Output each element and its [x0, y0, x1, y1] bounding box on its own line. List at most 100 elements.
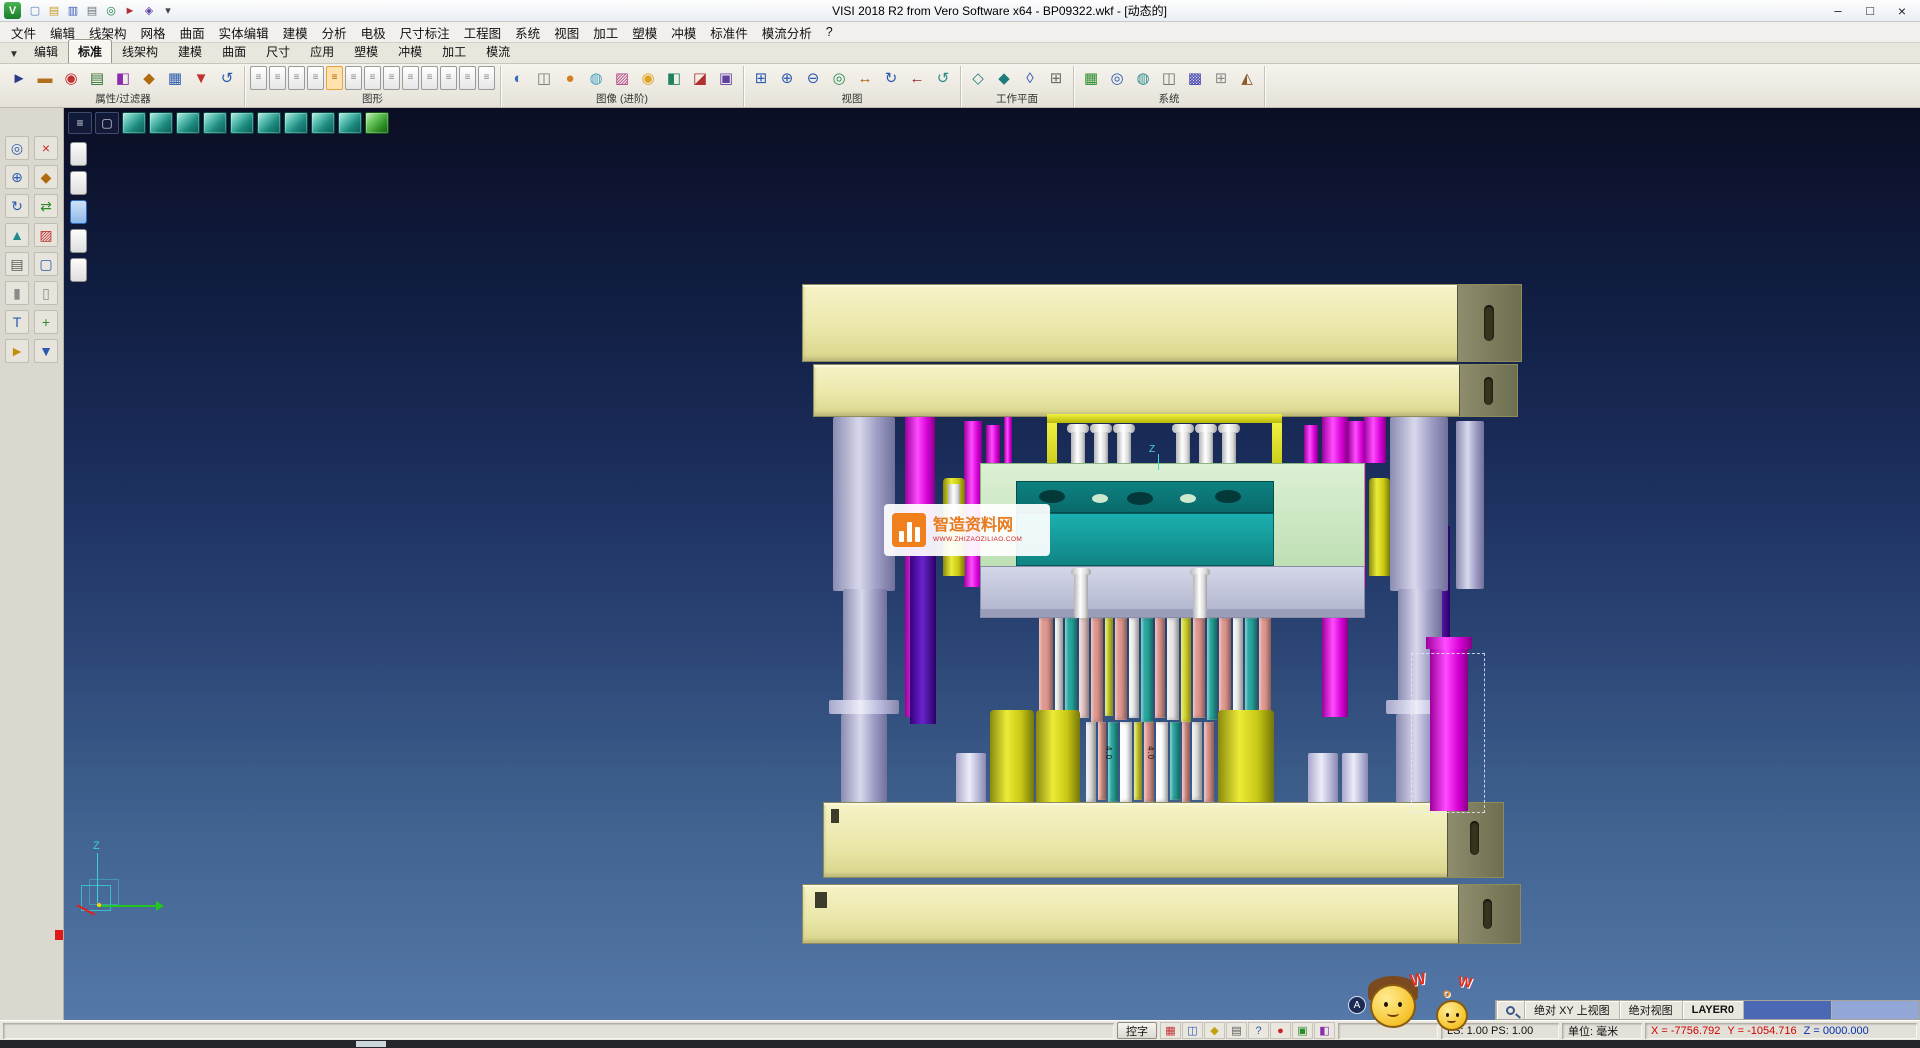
print-icon[interactable]: ▤	[83, 2, 101, 19]
zoom-window-icon[interactable]: ⊞	[749, 66, 773, 90]
previous-view-icon[interactable]: ←	[905, 66, 929, 90]
zoom-in-icon[interactable]: ⊕	[775, 66, 799, 90]
view-cube-axo-ne-icon[interactable]	[311, 112, 335, 134]
zoom-region-icon[interactable]: ◎	[5, 136, 29, 160]
menu-item[interactable]: 标准件	[703, 21, 755, 44]
color-filter-icon[interactable]: ◧	[111, 66, 135, 90]
palette-status-icon[interactable]: ◧	[1314, 1022, 1335, 1039]
clip-plane-3-icon[interactable]	[70, 200, 87, 224]
solid-list-icon[interactable]: ≡	[326, 66, 343, 90]
perspective-icon[interactable]: ◭	[1235, 66, 1259, 90]
sheet-icon[interactable]: ▢	[34, 252, 58, 276]
point-edit-icon[interactable]: ◆	[34, 165, 58, 189]
tab-dropdown-caret[interactable]: ▼	[4, 49, 24, 63]
delete-icon[interactable]: ▨	[34, 223, 58, 247]
reset-filter-icon[interactable]: ↺	[215, 66, 239, 90]
lighting-icon[interactable]: ◉	[636, 66, 660, 90]
document-icon[interactable]: ▯	[34, 281, 58, 305]
preview-icon[interactable]: ◎	[102, 2, 120, 19]
menu-item[interactable]: 加工	[586, 21, 625, 44]
mask-filter-icon[interactable]: ▦	[163, 66, 187, 90]
color-edit-icon[interactable]: ≡	[440, 66, 457, 90]
regen-icon[interactable]: ≡	[478, 66, 495, 90]
attribute-brush-icon[interactable]: ▬	[33, 66, 57, 90]
pan-view-icon[interactable]: ↔	[853, 66, 877, 90]
view-cube-front-icon[interactable]	[203, 112, 227, 134]
layer-filter-icon[interactable]: ▤	[85, 66, 109, 90]
3d-viewport[interactable]: ≡▢	[64, 108, 1920, 1020]
layer-assign-icon[interactable]: ≡	[459, 66, 476, 90]
unblank-icon[interactable]: ≡	[364, 66, 381, 90]
open-file-icon[interactable]: ▤	[45, 2, 63, 19]
layers-status-icon[interactable]: ▣	[1292, 1022, 1313, 1039]
clip-plane-4-icon[interactable]	[70, 229, 87, 253]
menu-item[interactable]: 冲模	[664, 21, 703, 44]
clip-plane-5-icon[interactable]	[70, 258, 87, 282]
menu-item[interactable]: 视图	[547, 21, 586, 44]
layer-color-swatch[interactable]	[1743, 1001, 1831, 1019]
background-icon[interactable]: ◧	[662, 66, 686, 90]
calculator-icon[interactable]: ⊞	[1209, 66, 1233, 90]
toolbar-options-caret[interactable]: ▾	[159, 2, 177, 19]
view-cube-dynamic-icon[interactable]	[365, 112, 389, 134]
clip-plane-2-icon[interactable]	[70, 171, 87, 195]
refresh-view-icon[interactable]: ↺	[931, 66, 955, 90]
viewbar-menu-icon[interactable]: ≡	[68, 112, 92, 134]
hidden-line-icon[interactable]: ◫	[532, 66, 556, 90]
group-icon[interactable]: ≡	[402, 66, 419, 90]
trim-icon[interactable]: ×	[34, 136, 58, 160]
record-icon[interactable]: ●	[1270, 1022, 1291, 1039]
globe-icon[interactable]: ◍	[1131, 66, 1155, 90]
dynamic-view-icon[interactable]: ▲	[5, 223, 29, 247]
snap-grid-icon[interactable]: ▩	[1183, 66, 1207, 90]
lock-toggle-button[interactable]: 控字	[1117, 1022, 1157, 1039]
ortho-toggle-icon[interactable]: ◫	[1182, 1022, 1203, 1039]
workplane-face-icon[interactable]: ◆	[992, 66, 1016, 90]
grid-toggle-icon[interactable]: ▦	[1160, 1022, 1181, 1039]
section-view-icon[interactable]: ◪	[688, 66, 712, 90]
save-icon[interactable]: ▥	[64, 2, 82, 19]
curve-list-icon[interactable]: ≡	[288, 66, 305, 90]
workplane-rotate-icon[interactable]: ◊	[1018, 66, 1042, 90]
import-icon[interactable]: ►	[121, 2, 139, 19]
entity-manager-icon[interactable]: ≡	[250, 66, 267, 90]
print-status-icon[interactable]: ▤	[1226, 1022, 1247, 1039]
view-mode-indicator[interactable]: 绝对 XY 上视图	[1524, 1001, 1619, 1019]
surface-list-icon[interactable]: ≡	[307, 66, 324, 90]
view-cube-left-icon[interactable]	[257, 112, 281, 134]
blank-icon[interactable]: ≡	[345, 66, 362, 90]
flag-icon[interactable]: ►	[5, 339, 29, 363]
help-icon[interactable]: ?	[1248, 1022, 1269, 1039]
transparency-icon[interactable]: ◍	[584, 66, 608, 90]
attributes-icon[interactable]: ≡	[421, 66, 438, 90]
view-cube-iso-icon[interactable]	[122, 112, 146, 134]
menu-item[interactable]: 模流分析	[755, 21, 819, 44]
render-icon[interactable]: ●	[558, 66, 582, 90]
color-table-icon[interactable]: ▦	[1079, 66, 1103, 90]
shaded-view-icon[interactable]: ◐	[506, 66, 530, 90]
texture-icon[interactable]: ▨	[610, 66, 634, 90]
zoom-fit-icon[interactable]: ◎	[827, 66, 851, 90]
zoom-out-icon[interactable]: ⊖	[801, 66, 825, 90]
absolute-view-indicator[interactable]: 绝对视图	[1619, 1001, 1682, 1019]
selection-filter-icon[interactable]: ►	[7, 66, 31, 90]
view-cube-back-icon[interactable]	[230, 112, 254, 134]
cylinder-tool-icon[interactable]: ▮	[5, 281, 29, 305]
viewbar-plane-icon[interactable]: ▢	[95, 112, 119, 134]
plot-icon[interactable]: ▤	[5, 252, 29, 276]
snapshot-icon[interactable]: ▣	[714, 66, 738, 90]
settings-icon[interactable]: ◈	[140, 2, 158, 19]
new-file-icon[interactable]: ▢	[26, 2, 44, 19]
clip-plane-1-icon[interactable]	[70, 142, 87, 166]
view-cube-axo-nw-icon[interactable]	[338, 112, 362, 134]
quick-filter-icon[interactable]: ▼	[189, 66, 213, 90]
close-button[interactable]: ×	[1886, 0, 1918, 22]
active-layer-indicator[interactable]: LAYER0	[1682, 1001, 1743, 1019]
view-cube-bottom-icon[interactable]	[176, 112, 200, 134]
move-pan-icon[interactable]: +	[34, 310, 58, 334]
snap-lock-icon[interactable]: ◆	[1204, 1022, 1225, 1039]
wireframe-list-icon[interactable]: ≡	[269, 66, 286, 90]
blank-invert-icon[interactable]: ≡	[383, 66, 400, 90]
text-tool-icon[interactable]: T	[5, 310, 29, 334]
view-cube-top-icon[interactable]	[149, 112, 173, 134]
